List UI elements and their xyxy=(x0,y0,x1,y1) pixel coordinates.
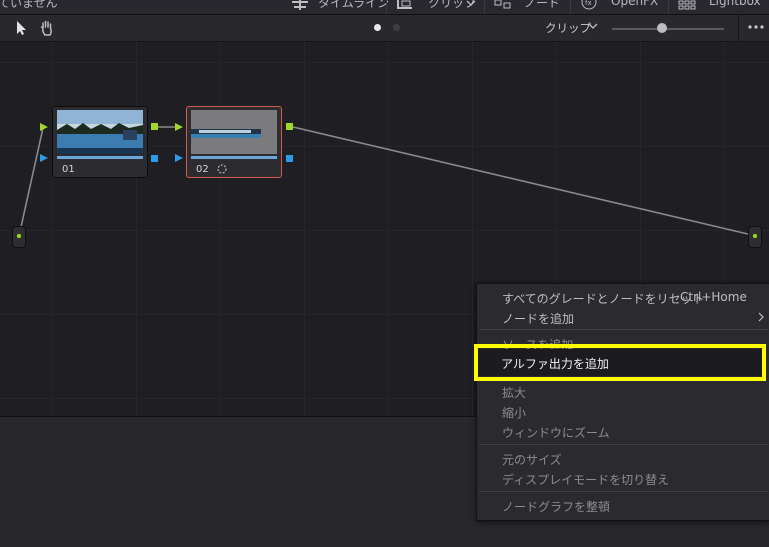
menu-item-add-node[interactable]: ノードを追加 xyxy=(502,310,574,327)
node-01-rgb-output[interactable] xyxy=(151,123,158,130)
timeline-button[interactable]: タイムライン xyxy=(318,0,389,11)
lightbox-button[interactable]: Lightbox xyxy=(709,0,761,8)
clip-icon[interactable] xyxy=(396,0,414,10)
menu-item-cleanup-node-graph[interactable]: ノードグラフを整頓 xyxy=(502,498,610,515)
node-01-label: 01 xyxy=(62,164,75,175)
node-editor-toolbar: クリップ xyxy=(0,15,769,42)
highlight-annotation-box xyxy=(474,344,766,381)
chevron-down-icon[interactable] xyxy=(588,21,598,31)
node-02-rgb-input[interactable] xyxy=(175,123,183,131)
node-02-thumbnail xyxy=(191,110,277,154)
menu-item-zoom-in[interactable]: 拡大 xyxy=(502,384,526,401)
context-menu: すべてのグレードとノードをリセット Ctrl+Home ノードを追加 ソースを追… xyxy=(476,283,769,521)
node-02-rgb-output[interactable] xyxy=(286,123,293,130)
node-01[interactable]: 01 xyxy=(52,106,148,178)
more-options-icon[interactable] xyxy=(746,22,766,32)
lightbox-icon[interactable] xyxy=(678,0,696,10)
menu-item-toggle-display-mode[interactable]: ディスプレイモードを切り替え xyxy=(502,471,669,488)
status-text: ていません xyxy=(0,0,58,10)
node-02-label: 02 xyxy=(196,164,209,175)
source-input-node[interactable] xyxy=(12,226,26,248)
cache-icon xyxy=(217,164,227,174)
node-01-thumbnail xyxy=(57,110,143,154)
rgb-input-port[interactable] xyxy=(752,233,758,239)
pointer-icon[interactable] xyxy=(12,19,30,37)
page-dot-active[interactable] xyxy=(374,24,381,31)
menu-item-zoom-out[interactable]: 縮小 xyxy=(502,404,526,421)
node-02[interactable]: 02 xyxy=(186,106,282,178)
node-01-key-input[interactable] xyxy=(40,154,48,162)
timeline-icon[interactable] xyxy=(290,0,310,10)
nodes-icon[interactable] xyxy=(494,0,512,10)
menu-item-reset-all[interactable]: すべてのグレードとノードをリセット xyxy=(502,290,705,307)
rgb-output-port[interactable] xyxy=(16,233,22,239)
openfx-button[interactable]: OpenFX xyxy=(611,0,658,8)
node-01-key-output[interactable] xyxy=(151,155,158,162)
node-02-key-input[interactable] xyxy=(175,154,183,162)
menu-item-zoom-to-window[interactable]: ウィンドウにズーム xyxy=(502,424,610,441)
zoom-slider[interactable] xyxy=(612,28,724,30)
nodes-button[interactable]: ノード xyxy=(524,0,560,11)
menu-item-original-size[interactable]: 元のサイズ xyxy=(502,451,562,468)
menu-shortcut: Ctrl+Home xyxy=(680,290,747,304)
node-02-key-output[interactable] xyxy=(286,155,293,162)
zoom-slider-handle[interactable] xyxy=(657,23,668,33)
page-dot[interactable] xyxy=(393,24,400,31)
openfx-icon[interactable]: fx xyxy=(580,0,598,12)
chevron-down-icon[interactable] xyxy=(466,0,476,8)
chevron-right-icon xyxy=(758,312,764,322)
node-01-rgb-input[interactable] xyxy=(40,123,48,131)
hand-icon[interactable] xyxy=(38,19,56,37)
top-toolbar: ていません タイムライン クリップ ノード fx OpenFX Lightbox xyxy=(0,0,769,15)
svg-text:fx: fx xyxy=(585,0,592,7)
node-tree-output[interactable] xyxy=(748,226,762,248)
mode-dropdown[interactable]: クリップ xyxy=(545,20,591,36)
